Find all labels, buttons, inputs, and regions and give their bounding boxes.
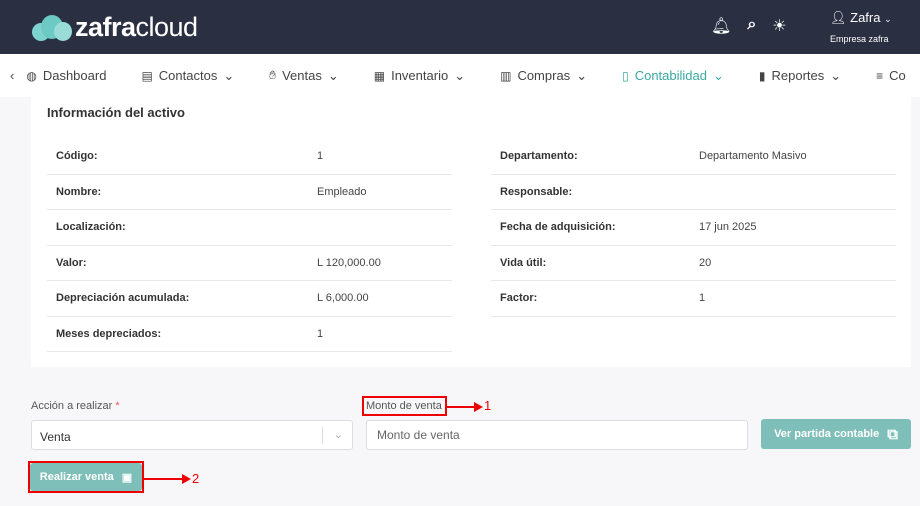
- nav-label: Contactos: [158, 68, 218, 83]
- nav-label: Inventario: [391, 68, 449, 83]
- user-menu[interactable]: 👤︎ Zafra ⌄ Empresa zafra: [830, 10, 892, 44]
- bell-icon[interactable]: 🔔︎: [711, 16, 731, 36]
- info-row: Localización:: [47, 210, 452, 246]
- info-row: Depreciación acumulada: L 6,000.00: [47, 281, 452, 317]
- nav-inventario[interactable]: ▦ Inventario ⌄: [374, 68, 465, 84]
- annotation-arrow-2: [144, 474, 191, 484]
- asset-info-card: Información del activo Código: 1 Nombre: E…: [31, 97, 911, 367]
- button-label: Ver partida contable: [774, 428, 880, 440]
- info-value: 1: [699, 292, 706, 305]
- amount-input[interactable]: [366, 420, 748, 450]
- action-select[interactable]: Venta ⌄: [31, 420, 353, 450]
- chevron-down-icon: ⌄: [884, 14, 892, 24]
- view-ledger-button[interactable]: Ver partida contable ⧉: [761, 419, 911, 449]
- info-row: Valor: L 120,000.00: [47, 246, 452, 281]
- chart-icon: ▮: [758, 68, 766, 83]
- chevron-down-icon: ⌄: [223, 67, 235, 83]
- info-label: Departamento:: [500, 150, 578, 163]
- info-label: Responsable:: [500, 185, 573, 198]
- info-row: Fecha de adquisición: 17 jun 2025: [491, 210, 896, 246]
- info-row: Código: 1: [47, 139, 452, 175]
- calculator-icon: ▯: [622, 68, 629, 83]
- contacts-icon: ▤: [141, 68, 153, 83]
- search-icon[interactable]: ⌕: [747, 16, 756, 36]
- info-label: Localización:: [56, 221, 126, 234]
- chevron-down-icon: ⌄: [576, 67, 588, 83]
- annotation-number: 1: [484, 398, 492, 413]
- nav-label: Contabilidad: [634, 68, 707, 83]
- info-row: Vida útil: 20: [491, 246, 896, 281]
- info-value: Empleado: [317, 185, 367, 198]
- annotation-box-1: [362, 396, 447, 416]
- user-icon: 👤︎: [830, 10, 847, 25]
- sales-icon: ✋︎: [269, 68, 277, 82]
- nav-scroll-left[interactable]: ‹: [10, 68, 14, 83]
- info-value: 17 jun 2025: [699, 221, 757, 234]
- info-row: Departamento: Departamento Masivo: [491, 139, 896, 175]
- nav-contactos[interactable]: ▤ Contactos ⌄: [141, 68, 234, 84]
- stack-icon: ≡: [876, 68, 884, 83]
- info-row: Nombre: Empleado: [47, 175, 452, 210]
- info-row: Meses depreciados: 1: [47, 317, 452, 352]
- asset-info-left: Código: 1 Nombre: Empleado Localización: V…: [47, 139, 452, 352]
- brand-name: zafracloud: [75, 12, 198, 42]
- chevron-down-icon: ⌄: [830, 67, 842, 83]
- info-label: Valor:: [56, 256, 87, 269]
- nav-label: Dashboard: [42, 68, 107, 83]
- sun-icon[interactable]: ☀︎: [772, 16, 786, 36]
- nav-reportes[interactable]: ▮ Reportes ⌄: [759, 68, 841, 84]
- nav-label: Co: [889, 68, 906, 83]
- dashboard-icon: ◍: [26, 68, 37, 83]
- annotation-arrow-1: [447, 402, 483, 412]
- nav-more[interactable]: ≡ Co: [876, 68, 906, 83]
- top-header: zafracloud 🔔︎ ⌕ ☀︎ 👤︎ Zafra ⌄ Empresa za…: [0, 0, 920, 54]
- nav-compras[interactable]: ▥ Compras ⌄: [500, 68, 587, 84]
- nav-label: Compras: [517, 68, 571, 83]
- info-label: Depreciación acumulada:: [56, 292, 190, 305]
- info-label: Meses depreciados:: [56, 327, 162, 340]
- chevron-down-icon: ⌄: [454, 67, 466, 83]
- info-value: 1: [317, 327, 324, 340]
- nav-contabilidad[interactable]: ▯ Contabilidad ⌄: [622, 68, 724, 84]
- chevron-down-icon: ⌄: [327, 67, 339, 83]
- action-selected-value: Venta: [40, 430, 71, 444]
- card-title: Información del activo: [47, 105, 185, 120]
- info-row: Responsable:: [491, 175, 896, 210]
- company-name: Empresa zafra: [830, 34, 889, 44]
- main-nav: ‹ ◍ Dashboard ▤ Contactos ⌄ ✋︎ Ventas ⌄ ▦ Inve…: [0, 54, 920, 97]
- store-icon: ▥: [500, 68, 512, 83]
- info-row: Factor: 1: [491, 281, 896, 317]
- chevron-down-icon: ⌄: [712, 67, 724, 83]
- info-value: 1: [317, 150, 324, 163]
- info-value: Departamento Masivo: [699, 150, 807, 163]
- info-label: Código:: [56, 150, 98, 163]
- info-label: Vida útil:: [500, 256, 547, 269]
- asset-info-right: Departamento: Departamento Masivo Respons…: [491, 139, 896, 317]
- copy-icon: ⧉: [887, 425, 898, 443]
- nav-ventas[interactable]: ✋︎ Ventas ⌄: [269, 68, 339, 84]
- logo[interactable]: zafracloud: [32, 12, 198, 43]
- info-value: 20: [699, 256, 712, 269]
- nav-label: Reportes: [771, 68, 825, 83]
- annotation-number: 2: [192, 471, 200, 486]
- action-label: Acción a realizar *: [31, 400, 120, 412]
- user-name: Zafra: [850, 10, 881, 25]
- chevron-down-icon: ⌄: [333, 429, 343, 441]
- info-label: Fecha de adquisición:: [500, 221, 616, 234]
- nav-label: Ventas: [282, 68, 322, 83]
- nav-dashboard[interactable]: ◍ Dashboard: [26, 68, 106, 83]
- info-value: L 120,000.00: [317, 256, 381, 269]
- boxes-icon: ▦: [373, 68, 386, 83]
- annotation-box-2: [28, 461, 144, 493]
- info-value: L 6,000.00: [317, 292, 369, 305]
- info-label: Factor:: [500, 292, 538, 305]
- cloud-logo-icon: [32, 14, 72, 41]
- info-label: Nombre:: [56, 185, 102, 198]
